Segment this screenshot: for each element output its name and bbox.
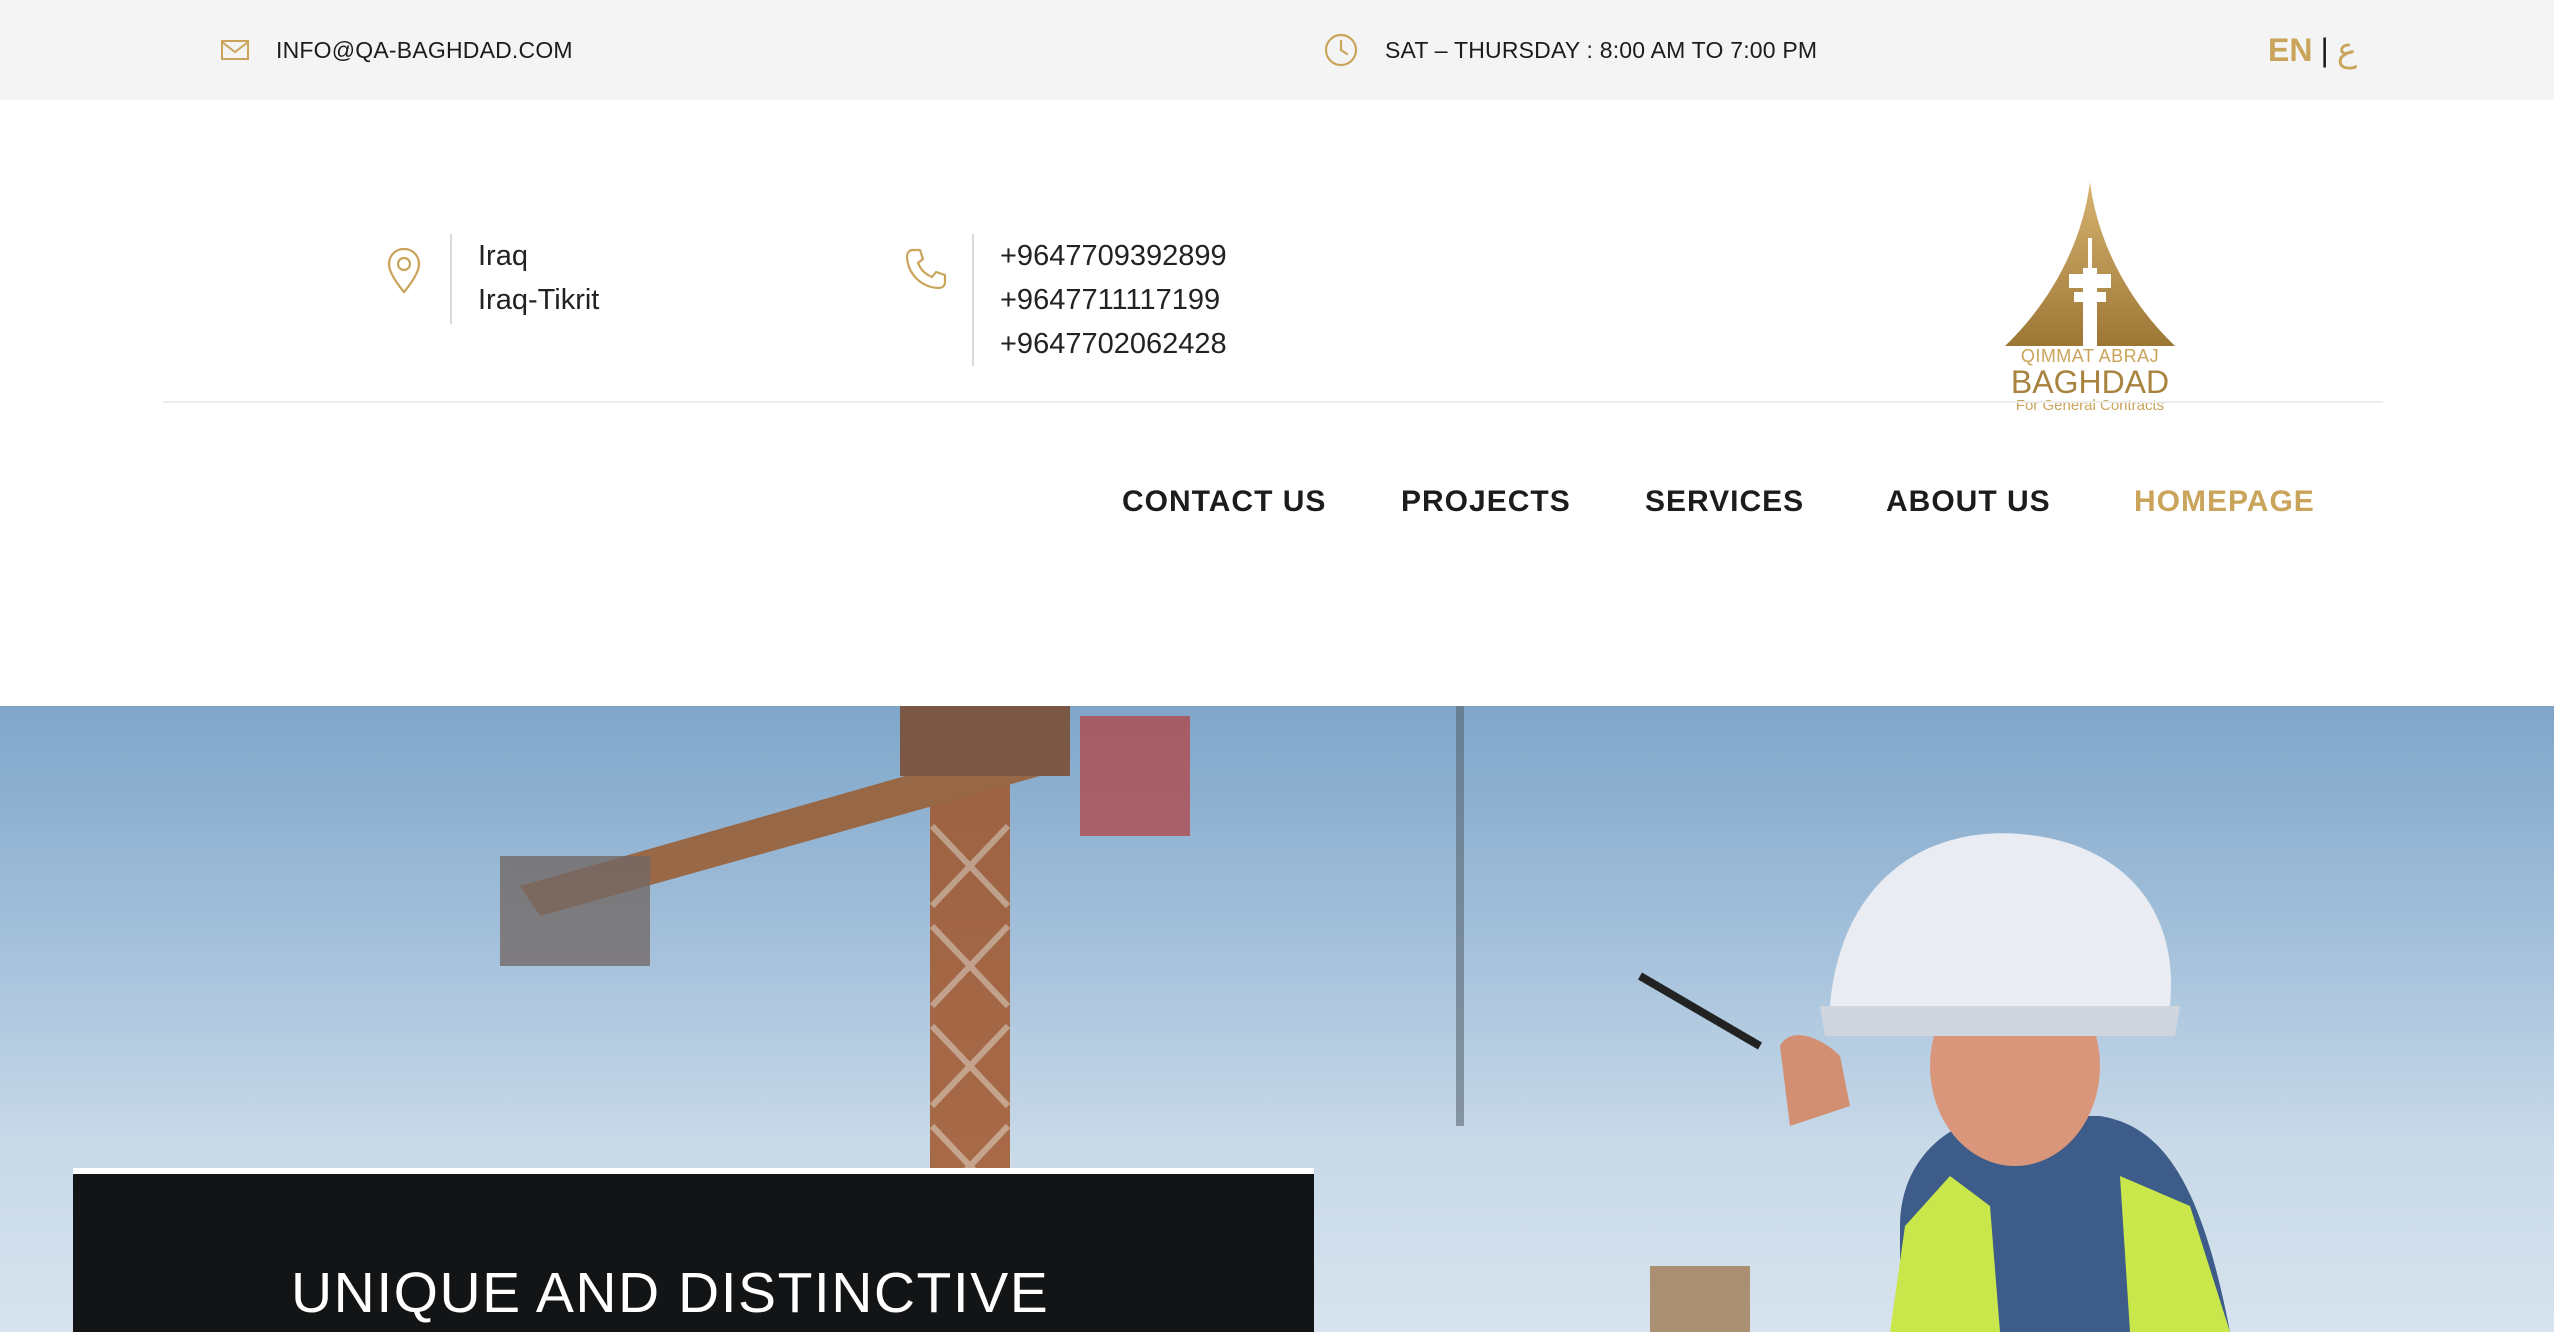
logo-tower-icon — [2005, 182, 2175, 346]
map-pin-icon — [380, 234, 428, 296]
lang-separator: | — [2320, 31, 2329, 68]
hero-caption-box: UNIQUE AND DISTINCTIVE — [73, 1168, 1314, 1332]
lang-ar-link[interactable]: ع — [2337, 30, 2357, 70]
working-hours: SAT – THURSDAY : 8:00 AM TO 7:00 PM — [1323, 0, 1817, 100]
hours-text: SAT – THURSDAY : 8:00 AM TO 7:00 PM — [1385, 36, 1818, 63]
phone-number[interactable]: +9647702062428 — [1000, 322, 1227, 366]
phone-block: +9647709392899 +9647711117199 +964770206… — [902, 234, 1227, 366]
address-line: Iraq — [478, 240, 528, 272]
phone-divider — [972, 234, 974, 366]
envelope-icon — [220, 39, 250, 61]
nav-projects[interactable]: PROJECTS — [1401, 485, 1571, 519]
phone-number[interactable]: +9647709392899 — [1000, 234, 1227, 278]
phone-icon — [902, 234, 950, 292]
address-line: Iraq-Tikrit — [478, 284, 600, 316]
nav-homepage[interactable]: HOMEPAGE — [2134, 485, 2315, 519]
nav-contact-us[interactable]: CONTACT US — [1122, 485, 1326, 519]
main-nav: CONTACT US PROJECTS SERVICES ABOUT US HO… — [0, 485, 2554, 535]
address-divider — [450, 234, 452, 324]
company-logo[interactable]: QIMMAT ABRAJ BAGHDAD For General Contrac… — [1990, 178, 2190, 418]
nav-services[interactable]: SERVICES — [1645, 485, 1804, 519]
top-bar: INFO@QA-BAGHDAD.COM SAT – THURSDAY : 8:0… — [0, 0, 2554, 100]
email-text[interactable]: INFO@QA-BAGHDAD.COM — [276, 37, 573, 64]
language-switcher: EN | ع — [2268, 0, 2357, 100]
logo-sub-text: For General Contracts — [2015, 397, 2165, 414]
clock-icon — [1323, 32, 1359, 68]
site-header: Iraq Iraq-Tikrit +9647709392899 +9647711… — [0, 100, 2554, 706]
nav-about-us[interactable]: ABOUT US — [1886, 485, 2051, 519]
email-contact[interactable]: INFO@QA-BAGHDAD.COM — [220, 0, 573, 100]
phone-number[interactable]: +9647711117199 — [1000, 278, 1227, 322]
logo-main-text: BAGHDAD — [2010, 364, 2170, 400]
address-block: Iraq Iraq-Tikrit — [380, 234, 599, 324]
header-divider — [163, 401, 2383, 403]
lang-en-link[interactable]: EN — [2268, 32, 2312, 69]
hero-caption-title: UNIQUE AND DISTINCTIVE — [291, 1261, 1050, 1325]
